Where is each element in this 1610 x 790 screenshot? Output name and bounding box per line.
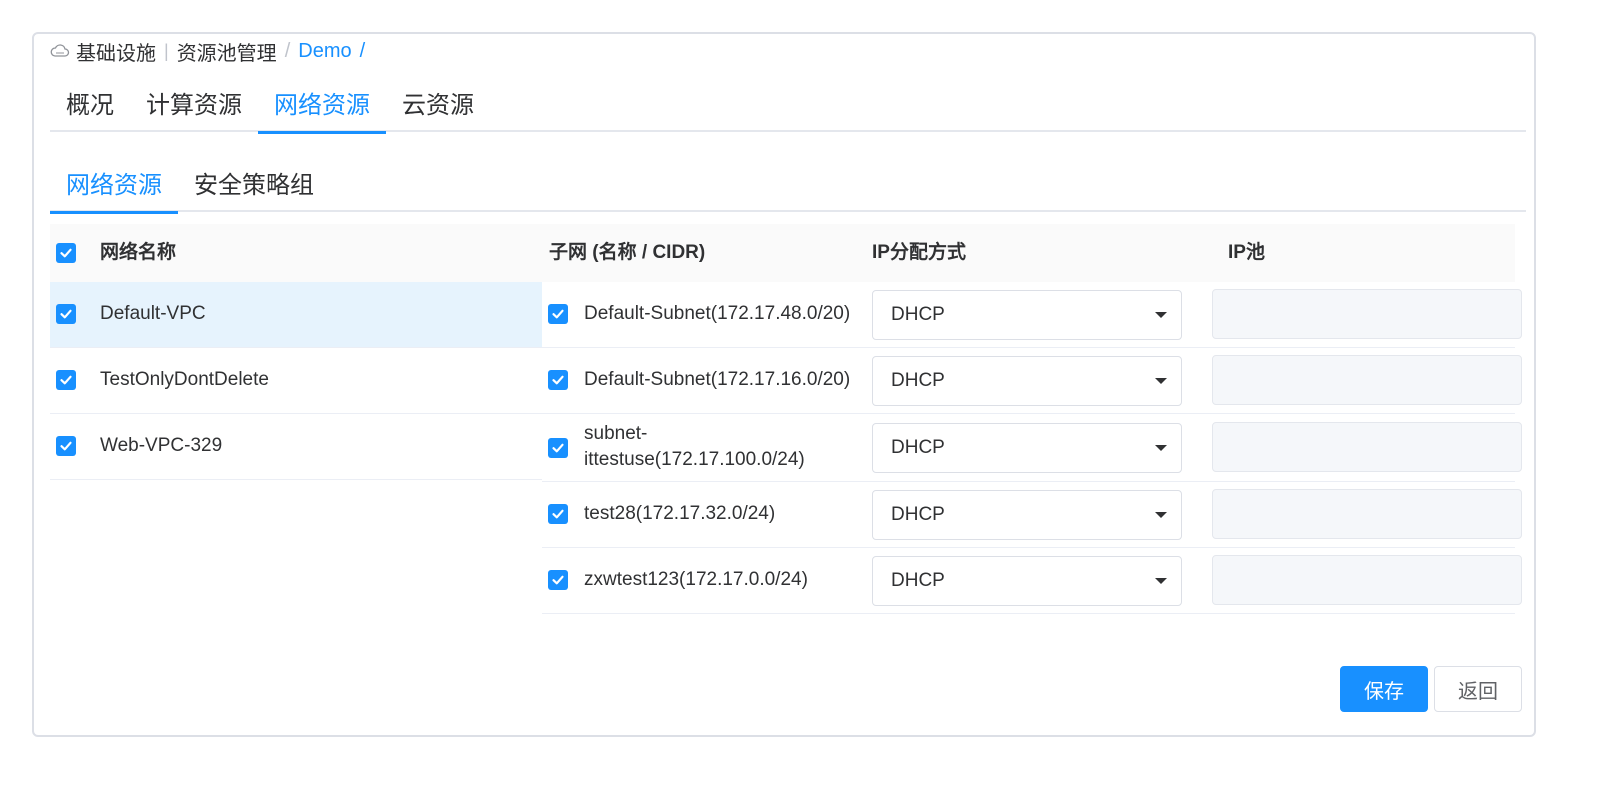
header-network-name: 网络名称 bbox=[100, 242, 177, 263]
row-checkbox[interactable] bbox=[56, 370, 76, 390]
subnet-checkbox[interactable] bbox=[548, 504, 568, 524]
caret-down-icon bbox=[1155, 578, 1167, 584]
ip-method-select[interactable]: DHCP bbox=[872, 490, 1182, 540]
breadcrumb-separator: | bbox=[164, 40, 169, 61]
ip-method-value: DHCP bbox=[891, 570, 945, 591]
caret-down-icon bbox=[1155, 312, 1167, 318]
subnet-name: subnet- ittestuse(172.17.100.0/24) bbox=[584, 421, 864, 473]
tab-cloud[interactable]: 云资源 bbox=[386, 84, 490, 132]
tab-overview[interactable]: 概况 bbox=[50, 84, 130, 132]
ip-pool-input[interactable] bbox=[1212, 289, 1522, 339]
main-tabs: 概况 计算资源 网络资源 云资源 bbox=[50, 84, 1526, 134]
table-row: test28(172.17.32.0/24) DHCP bbox=[542, 482, 1522, 548]
table-row: Default-Subnet(172.17.16.0/20) DHCP bbox=[542, 348, 1522, 414]
cloud-icon bbox=[50, 43, 70, 59]
ip-method-select[interactable]: DHCP bbox=[872, 556, 1182, 606]
ip-method-select[interactable]: DHCP bbox=[872, 423, 1182, 473]
subnet-name: zxwtest123(172.17.0.0/24) bbox=[584, 569, 808, 590]
network-name: TestOnlyDontDelete bbox=[100, 369, 269, 390]
table-row[interactable]: Web-VPC-329 bbox=[50, 414, 542, 480]
ip-method-value: DHCP bbox=[891, 304, 945, 325]
ip-pool-input[interactable] bbox=[1212, 489, 1522, 539]
caret-down-icon bbox=[1155, 378, 1167, 384]
row-checkbox[interactable] bbox=[56, 304, 76, 324]
subtab-security-groups[interactable]: 安全策略组 bbox=[178, 164, 330, 212]
subnet-name: Default-Subnet(172.17.48.0/20) bbox=[584, 303, 851, 324]
network-name: Web-VPC-329 bbox=[100, 435, 223, 456]
subnet-name: test28(172.17.32.0/24) bbox=[584, 503, 776, 524]
breadcrumb-separator: / bbox=[359, 39, 366, 62]
table-header: 网络名称 子网 (名称 / CIDR) IP分配方式 IP池 bbox=[50, 224, 1515, 282]
resource-pool-panel: 基础设施 | 资源池管理 / Demo / 概况 计算资源 网络资源 云资源 网… bbox=[32, 32, 1536, 737]
subnet-name-line: subnet- bbox=[584, 423, 648, 444]
breadcrumb-item-infrastructure[interactable]: 基础设施 bbox=[76, 37, 156, 66]
ip-method-value: DHCP bbox=[891, 437, 945, 458]
breadcrumb: 基础设施 | 资源池管理 / Demo / bbox=[50, 37, 366, 66]
ip-pool-input[interactable] bbox=[1212, 355, 1522, 405]
header-subnet: 子网 (名称 / CIDR) bbox=[549, 242, 706, 263]
network-name: Default-VPC bbox=[100, 303, 206, 324]
table-row: Default-Subnet(172.17.48.0/20) DHCP bbox=[542, 282, 1522, 348]
save-button[interactable]: 保存 bbox=[1340, 666, 1428, 712]
select-all-checkbox[interactable] bbox=[56, 243, 76, 263]
row-checkbox[interactable] bbox=[56, 436, 76, 456]
subnet-checkbox[interactable] bbox=[548, 370, 568, 390]
table-row: zxwtest123(172.17.0.0/24) DHCP bbox=[542, 548, 1522, 614]
header-ip-pool: IP池 bbox=[1228, 242, 1265, 263]
table-row[interactable]: TestOnlyDontDelete bbox=[50, 348, 542, 414]
ip-method-value: DHCP bbox=[891, 370, 945, 391]
ip-pool-input[interactable] bbox=[1212, 422, 1522, 472]
breadcrumb-item-demo[interactable]: Demo bbox=[298, 40, 351, 63]
ip-method-select[interactable]: DHCP bbox=[872, 356, 1182, 406]
header-ip-method: IP分配方式 bbox=[872, 242, 966, 263]
breadcrumb-item-resource-pool[interactable]: 资源池管理 bbox=[177, 37, 277, 66]
table-row: subnet- ittestuse(172.17.100.0/24) DHCP bbox=[542, 414, 1522, 482]
caret-down-icon bbox=[1155, 512, 1167, 518]
tab-network[interactable]: 网络资源 bbox=[258, 84, 386, 134]
subtab-network-resources[interactable]: 网络资源 bbox=[50, 164, 178, 214]
subnet-name-line: ittestuse(172.17.100.0/24) bbox=[584, 449, 805, 470]
ip-method-select[interactable]: DHCP bbox=[872, 290, 1182, 340]
subnet-checkbox[interactable] bbox=[548, 438, 568, 458]
table-row[interactable]: Default-VPC bbox=[50, 282, 542, 348]
back-button[interactable]: 返回 bbox=[1434, 666, 1522, 712]
subnet-checkbox[interactable] bbox=[548, 304, 568, 324]
caret-down-icon bbox=[1155, 445, 1167, 451]
subnet-name: Default-Subnet(172.17.16.0/20) bbox=[584, 369, 851, 390]
subnet-checkbox[interactable] bbox=[548, 570, 568, 590]
breadcrumb-separator: / bbox=[284, 39, 291, 62]
ip-method-value: DHCP bbox=[891, 504, 945, 525]
ip-pool-input[interactable] bbox=[1212, 555, 1522, 605]
sub-tabs: 网络资源 安全策略组 bbox=[50, 164, 1526, 214]
tab-compute[interactable]: 计算资源 bbox=[130, 84, 258, 132]
